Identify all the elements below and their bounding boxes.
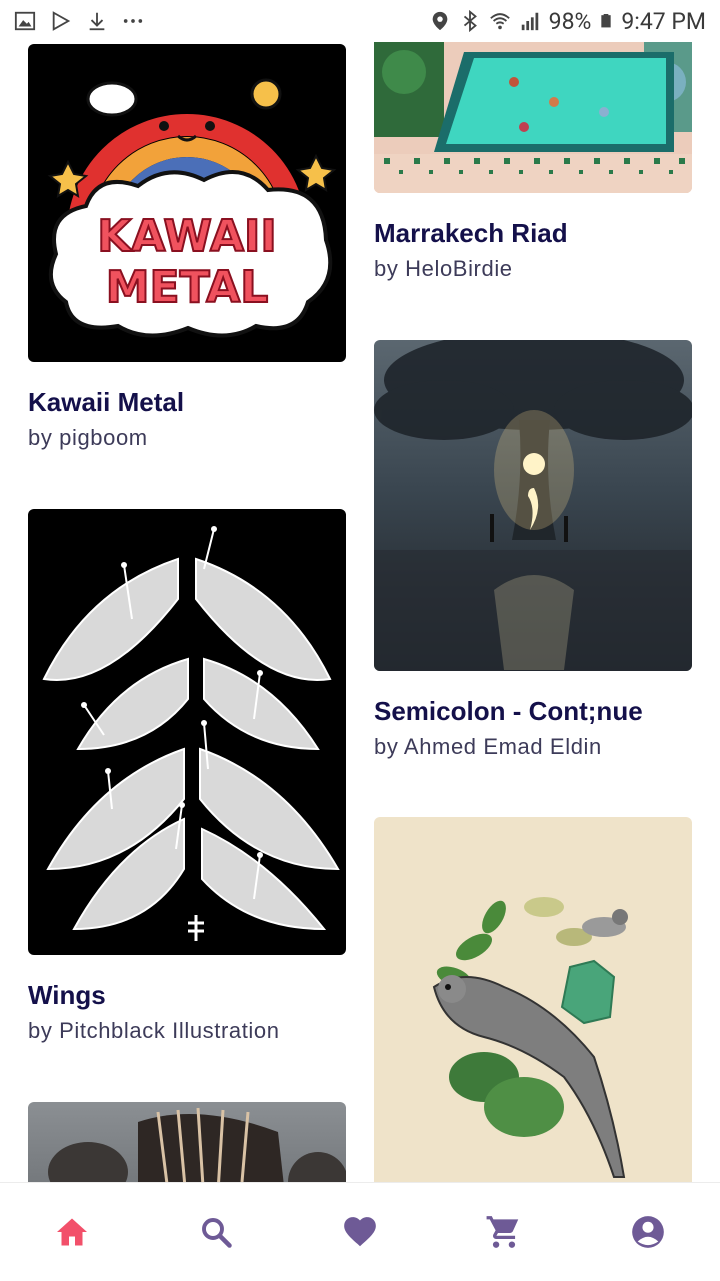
birds-collage-artwork: [432, 897, 628, 1178]
more-notifications-icon: [123, 19, 143, 23]
artwork-image[interactable]: [28, 509, 346, 955]
artwork-image[interactable]: [374, 817, 692, 1182]
battery-icon: [601, 14, 612, 28]
art-card-kawaii-metal[interactable]: KAWAII METAL Kawaii Metal by pigboom: [28, 44, 346, 452]
semicolon-artwork: [374, 340, 692, 671]
play-store-icon: [52, 11, 71, 31]
art-card-marrakech-riad[interactable]: Marrakech Riad by HeloBirdie: [374, 42, 692, 283]
horse-artwork: [48, 1107, 346, 1182]
art-feed[interactable]: KAWAII METAL Kawaii Metal by pigboom Mar…: [0, 0, 720, 1182]
artwork-image[interactable]: [374, 42, 692, 193]
artist-name[interactable]: by Pitchblack Illustration: [28, 1017, 346, 1045]
artwork-image[interactable]: [28, 1102, 346, 1182]
search-icon: [202, 1218, 232, 1248]
kawaii-metal-artwork: KAWAII METAL: [47, 78, 337, 338]
artwork-title[interactable]: Wings: [28, 979, 346, 1011]
artwork-image[interactable]: KAWAII METAL: [28, 44, 346, 362]
art-card-horse[interactable]: [28, 1102, 346, 1182]
artist-name[interactable]: by HeloBirdie: [374, 255, 692, 283]
heart-icon: [344, 1217, 376, 1247]
artwork-title[interactable]: Kawaii Metal: [28, 386, 346, 418]
art-card-wings[interactable]: Wings by Pitchblack Illustration: [28, 509, 346, 1045]
nav-home-button[interactable]: [32, 1192, 112, 1272]
account-icon: [632, 1216, 664, 1248]
marrakech-riad-artwork: [374, 42, 692, 193]
artist-name[interactable]: by pigboom: [28, 424, 346, 452]
artist-name[interactable]: by Ahmed Emad Eldin: [374, 733, 692, 761]
bluetooth-icon: [463, 10, 477, 32]
location-icon: [432, 11, 447, 31]
art-text-metal: METAL: [106, 262, 269, 313]
artwork-title[interactable]: Marrakech Riad: [374, 217, 692, 249]
home-icon: [57, 1218, 87, 1246]
wifi-icon: [489, 13, 510, 30]
clock: 9:47 PM: [621, 7, 706, 35]
nav-cart-button[interactable]: [464, 1192, 544, 1272]
nav-account-button[interactable]: [608, 1192, 688, 1272]
wings-artwork: [42, 526, 340, 941]
battery-percentage: 98%: [548, 7, 592, 35]
image-icon: [14, 11, 36, 31]
nav-search-button[interactable]: [176, 1192, 256, 1272]
cart-icon: [486, 1216, 519, 1248]
status-bar: 98% 9:47 PM: [0, 0, 720, 42]
art-card-birds[interactable]: [374, 817, 692, 1182]
artwork-title[interactable]: Semicolon - Cont;nue: [374, 695, 692, 727]
cell-signal-icon: [521, 12, 538, 31]
art-card-semicolon[interactable]: Semicolon - Cont;nue by Ahmed Emad Eldin: [374, 340, 692, 761]
artwork-image[interactable]: [374, 340, 692, 671]
download-icon: [89, 12, 105, 31]
nav-favorites-button[interactable]: [320, 1192, 400, 1272]
bottom-navigation: [0, 1182, 720, 1281]
art-text-kawaii: KAWAII: [97, 211, 277, 262]
